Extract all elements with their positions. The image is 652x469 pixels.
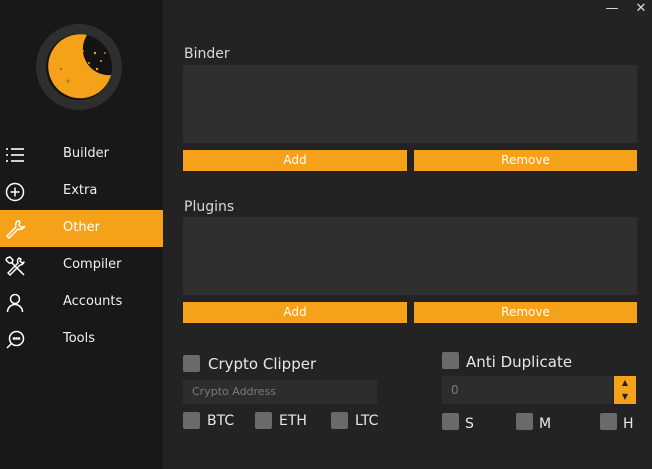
binder-remove-button[interactable]: Remove xyxy=(414,150,637,171)
crypto-clipper-checkbox[interactable] xyxy=(183,355,200,372)
binder-list[interactable] xyxy=(183,65,637,143)
btc-checkbox[interactable] xyxy=(183,412,200,429)
moon-logo xyxy=(36,24,122,110)
eth-label: ETH xyxy=(279,413,307,429)
sidebar-item-label: Compiler xyxy=(63,257,122,272)
wrench-icon xyxy=(6,219,26,239)
crypto-address-input[interactable]: Crypto Address xyxy=(183,380,377,404)
binder-add-button[interactable]: Add xyxy=(183,150,407,171)
h-checkbox[interactable] xyxy=(600,413,617,430)
crypto-clipper-label: Crypto Clipper xyxy=(208,355,317,373)
plugins-title: Plugins xyxy=(184,199,235,215)
sidebar-item-compiler[interactable]: Compiler xyxy=(0,247,163,284)
sidebar-item-label: Extra xyxy=(63,183,98,198)
sidebar-item-label: Accounts xyxy=(63,294,123,309)
sidebar-item-tools[interactable]: Tools xyxy=(0,321,163,358)
h-label: H xyxy=(623,416,634,432)
anti-duplicate-checkbox[interactable] xyxy=(442,352,459,369)
sidebar-item-label: Builder xyxy=(63,146,109,161)
eth-checkbox[interactable] xyxy=(255,412,272,429)
duplicate-number-input[interactable]: 0 xyxy=(442,376,613,404)
spin-up-button[interactable]: ▲ xyxy=(614,376,636,390)
btc-label: BTC xyxy=(207,413,235,429)
tools-icon xyxy=(5,256,25,276)
s-checkbox[interactable] xyxy=(442,413,459,430)
chat-search-icon xyxy=(6,330,25,349)
sidebar-item-builder[interactable]: Builder xyxy=(0,136,163,173)
s-label: S xyxy=(465,416,474,432)
minimize-button[interactable]: — xyxy=(604,2,620,16)
spin-down-button[interactable]: ▼ xyxy=(614,390,636,404)
sidebar-item-extra[interactable]: Extra xyxy=(0,173,163,210)
ltc-checkbox[interactable] xyxy=(331,412,348,429)
m-label: M xyxy=(539,416,552,432)
plugins-add-button[interactable]: Add xyxy=(183,302,407,323)
sidebar-item-label: Tools xyxy=(63,331,96,346)
number-spinner: ▲ ▼ xyxy=(614,376,636,404)
close-button[interactable]: ✕ xyxy=(633,2,649,16)
sidebar-item-other[interactable]: Other xyxy=(0,210,163,247)
sidebar-item-label: Other xyxy=(63,220,100,235)
m-checkbox[interactable] xyxy=(516,413,533,430)
sidebar-item-accounts[interactable]: Accounts xyxy=(0,284,163,321)
plugins-list[interactable] xyxy=(183,217,637,295)
user-icon xyxy=(6,293,24,313)
plus-circle-icon xyxy=(5,182,25,202)
sidebar: Builder Extra Other Compiler Accounts To… xyxy=(0,0,163,469)
anti-duplicate-label: Anti Duplicate xyxy=(466,353,573,371)
list-icon xyxy=(6,148,24,162)
binder-title: Binder xyxy=(184,46,230,62)
ltc-label: LTC xyxy=(355,413,379,429)
plugins-remove-button[interactable]: Remove xyxy=(414,302,637,323)
